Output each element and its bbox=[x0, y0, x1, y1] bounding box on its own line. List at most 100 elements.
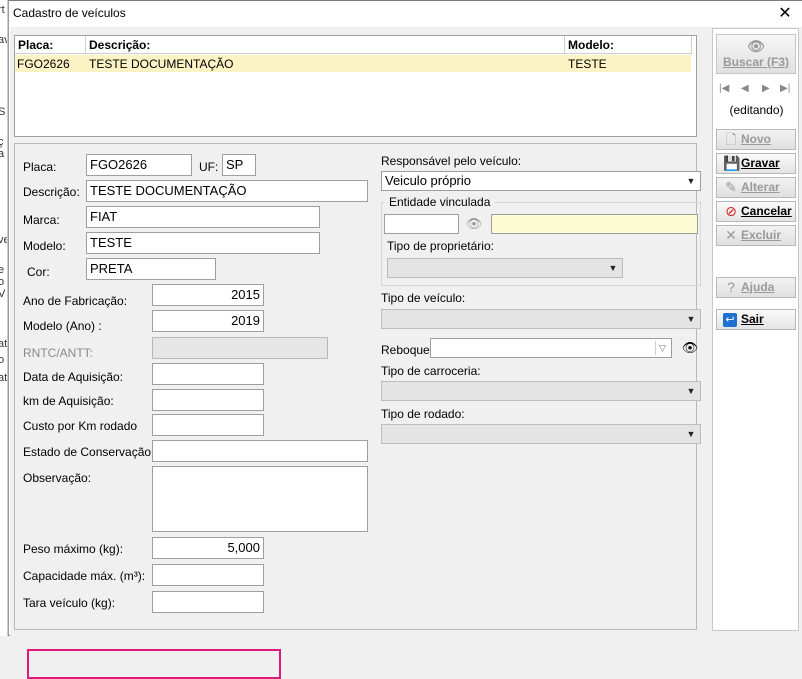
tipo-rodado-select[interactable]: ▼ bbox=[381, 424, 701, 444]
entidade-code-input[interactable] bbox=[384, 214, 459, 234]
bg-fragment: av bbox=[0, 34, 7, 46]
custo-km-input[interactable] bbox=[152, 414, 264, 436]
gravar-button[interactable]: 💾 Gravar bbox=[716, 153, 796, 174]
capacidade-label: Capacidade máx. (m³): bbox=[23, 569, 146, 583]
vehicle-grid[interactable]: Placa: Descrição: Modelo: FGO2626 TESTE … bbox=[14, 35, 697, 137]
ajuda-button[interactable]: ? Ajuda bbox=[716, 277, 796, 298]
custo-km-label: Custo por Km rodado bbox=[23, 419, 138, 433]
bg-fragment: S bbox=[0, 106, 5, 118]
close-button[interactable]: ✕ bbox=[775, 4, 795, 24]
peso-maximo-label: Peso máximo (kg): bbox=[23, 542, 124, 556]
column-header-placa[interactable]: Placa: bbox=[18, 38, 53, 54]
prev-record-button[interactable]: ◀ bbox=[741, 83, 749, 94]
ano-fabricacao-label: Ano de Fabricação: bbox=[23, 294, 128, 308]
chevron-down-icon: ▼ bbox=[686, 176, 696, 186]
cancelar-button[interactable]: ⊘ Cancelar bbox=[716, 201, 796, 222]
estado-conservacao-input[interactable] bbox=[152, 440, 368, 462]
column-header-modelo[interactable]: Modelo: bbox=[568, 38, 614, 54]
binoculars-icon: 👁 bbox=[747, 38, 765, 54]
floppy-disk-icon: 💾 bbox=[723, 155, 741, 171]
last-record-button[interactable]: ▶| bbox=[780, 83, 790, 94]
chevron-down-icon: ▼ bbox=[686, 429, 696, 439]
marca-label: Marca: bbox=[23, 213, 60, 227]
background-app-strip: rt av S ç a ve e o V at o at bbox=[0, 0, 8, 636]
capacidade-input[interactable] bbox=[152, 564, 264, 586]
uf-input[interactable]: SP bbox=[222, 154, 256, 176]
dialog-window: Cadastro de veículos ✕ Placa: Descrição:… bbox=[8, 0, 802, 679]
modelo-input[interactable]: TESTE bbox=[86, 232, 320, 254]
km-aquisicao-input[interactable] bbox=[152, 389, 264, 411]
tipo-carroceria-label: Tipo de carroceria: bbox=[381, 364, 481, 378]
tipo-proprietario-label: Tipo de proprietário: bbox=[387, 239, 494, 253]
chevron-down-icon: ▼ bbox=[686, 314, 696, 324]
form-panel: Placa: FGO2626 UF: SP Descrição: TESTE D… bbox=[14, 143, 701, 679]
next-record-button[interactable]: ▶ bbox=[762, 83, 770, 94]
chevron-down-icon: ▽ bbox=[655, 341, 669, 355]
rntc-input[interactable] bbox=[152, 337, 328, 359]
reboque-label: Reboque: bbox=[381, 343, 434, 357]
peso-maximo-input[interactable]: 5,000 bbox=[152, 537, 264, 559]
responsavel-select[interactable]: Veiculo próprio ▼ bbox=[381, 171, 701, 191]
excluir-button[interactable]: ✕ Excluir bbox=[716, 225, 796, 246]
entidade-title: Entidade vinculada bbox=[385, 195, 495, 209]
exit-icon: ↩ bbox=[723, 313, 737, 327]
sair-button[interactable]: ↩ Sair bbox=[716, 309, 796, 330]
km-aquisicao-label: km de Aquisição: bbox=[23, 394, 114, 408]
cancel-icon: ⊘ bbox=[725, 203, 737, 219]
excluir-label: Excluir bbox=[741, 228, 782, 242]
tipo-veiculo-select[interactable]: ▼ bbox=[381, 309, 701, 329]
tipo-carroceria-select[interactable]: ▼ bbox=[381, 381, 701, 401]
chevron-down-icon: ▼ bbox=[608, 263, 618, 273]
data-aquisicao-input[interactable] bbox=[152, 363, 264, 385]
alterar-button[interactable]: ✎ Alterar bbox=[716, 177, 796, 198]
title-bar[interactable]: Cadastro de veículos ✕ bbox=[9, 1, 802, 27]
tipo-rodado-label: Tipo de rodado: bbox=[381, 407, 465, 421]
chevron-down-icon: ▼ bbox=[686, 386, 696, 396]
responsavel-label: Responsável pelo veículo: bbox=[381, 154, 522, 168]
buscar-label: Buscar (F3) bbox=[722, 55, 790, 69]
descricao-label: Descrição: bbox=[23, 185, 80, 199]
window-title: Cadastro de veículos bbox=[13, 6, 126, 20]
novo-button[interactable]: 🗋 Novo bbox=[716, 129, 796, 150]
binoculars-icon[interactable]: 👁 bbox=[679, 337, 701, 359]
cor-input[interactable]: PRETA bbox=[86, 258, 216, 280]
observacao-textarea[interactable] bbox=[152, 466, 368, 532]
tipo-proprietario-select[interactable]: ▼ bbox=[387, 258, 623, 278]
status-text: (editando) bbox=[729, 103, 784, 117]
entidade-name-input[interactable] bbox=[491, 214, 698, 234]
marca-input[interactable]: FIAT bbox=[86, 206, 320, 228]
gravar-label: Gravar bbox=[741, 156, 780, 170]
cancelar-label: Cancelar bbox=[741, 204, 792, 218]
sair-label: Sair bbox=[741, 312, 764, 326]
record-navigator: |◀ ◀ ▶ ▶| bbox=[717, 83, 795, 97]
buscar-button[interactable]: 👁 Buscar (F3) bbox=[716, 34, 796, 74]
bg-fragment: e bbox=[0, 264, 4, 276]
reboque-select[interactable]: ▽ bbox=[430, 338, 672, 358]
bg-fragment: at bbox=[0, 338, 8, 350]
alterar-label: Alterar bbox=[741, 180, 780, 194]
tara-label: Tara veículo (kg): bbox=[23, 596, 116, 610]
x-icon: ✕ bbox=[725, 227, 737, 243]
table-row[interactable]: FGO2626 TESTE DOCUMENTAÇÃO TESTE bbox=[15, 55, 691, 72]
bg-fragment: o bbox=[0, 354, 4, 366]
first-record-button[interactable]: |◀ bbox=[719, 83, 729, 94]
bg-fragment: o bbox=[0, 276, 4, 288]
column-header-descricao[interactable]: Descrição: bbox=[89, 38, 150, 54]
ano-fabricacao-input[interactable]: 2015 bbox=[152, 284, 264, 306]
bg-fragment: rt bbox=[0, 4, 5, 16]
rntc-label: RNTC/ANTT: bbox=[23, 346, 93, 360]
binoculars-icon[interactable]: 👁 bbox=[463, 213, 485, 235]
uf-label: UF: bbox=[199, 160, 219, 174]
highlight-box bbox=[27, 649, 281, 679]
tara-input[interactable] bbox=[152, 591, 264, 613]
modelo-label: Modelo: bbox=[23, 239, 66, 253]
modelo-ano-label: Modelo (Ano) : bbox=[23, 319, 102, 333]
bg-fragment: at bbox=[0, 372, 8, 384]
cor-label: Cor: bbox=[27, 265, 50, 279]
placa-input[interactable]: FGO2626 bbox=[86, 154, 192, 176]
descricao-input[interactable]: TESTE DOCUMENTAÇÃO bbox=[86, 180, 368, 202]
cell-descricao: TESTE DOCUMENTAÇÃO bbox=[89, 57, 234, 71]
estado-conservacao-label: Estado de Conservação: bbox=[23, 445, 155, 459]
modelo-ano-input[interactable]: 2019 bbox=[152, 310, 264, 332]
novo-label: Novo bbox=[741, 132, 771, 146]
